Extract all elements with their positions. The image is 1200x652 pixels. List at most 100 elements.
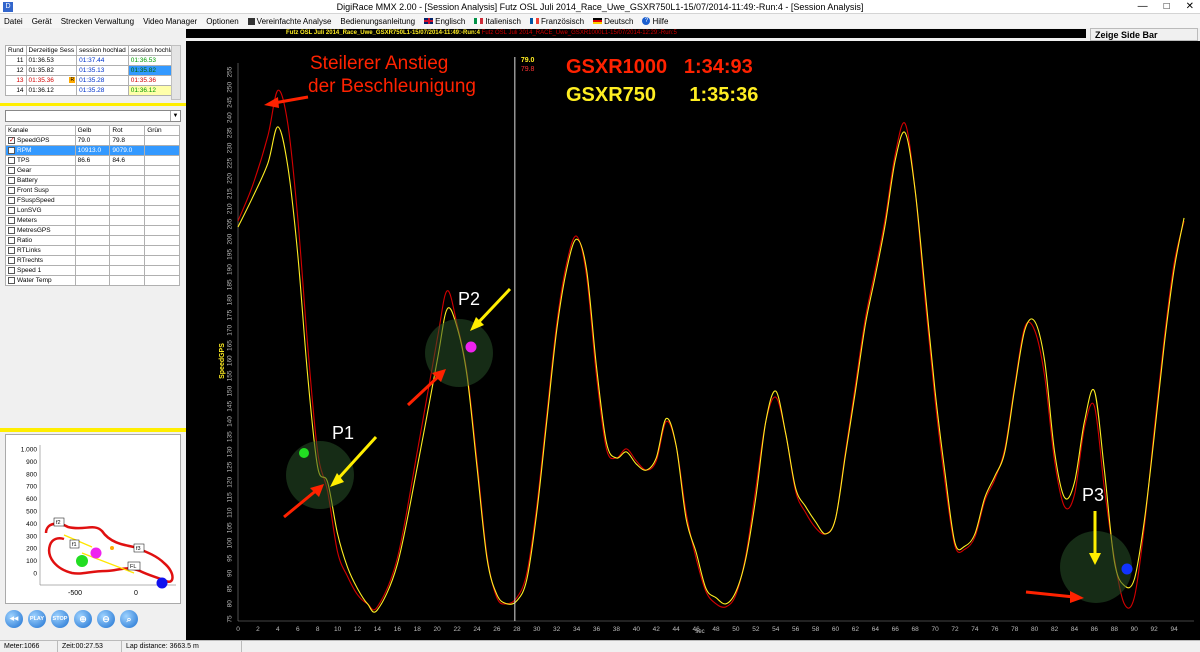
channel-row[interactable]: Battery: [5, 175, 180, 186]
channel-name: Water Temp: [17, 277, 52, 285]
map-x-tick: -500: [68, 590, 82, 597]
channel-group-select[interactable]: ▼: [5, 110, 181, 122]
channel-checkbox[interactable]: [8, 196, 15, 204]
channel-row[interactable]: TPS 86.6 84.6: [5, 155, 180, 166]
y-tick-label: 230: [227, 142, 234, 153]
channel-row[interactable]: RTrechts: [5, 255, 180, 266]
menu-franzoesisch[interactable]: Französisch: [529, 17, 584, 26]
channel-checkbox[interactable]: [8, 216, 15, 224]
close-button[interactable]: ✕: [1186, 0, 1194, 14]
channel-row[interactable]: FSuspSpeed: [5, 195, 180, 206]
channel-row-selected[interactable]: RPM 10913.0 9079.0: [5, 145, 180, 156]
analysis-icon: [247, 17, 255, 25]
channel-checkbox[interactable]: [8, 226, 15, 234]
menu-video-manager[interactable]: Video Manager: [143, 17, 197, 26]
channel-checkbox[interactable]: [8, 206, 15, 214]
y-tick-label: 205: [227, 218, 234, 229]
menu-bar: Datei Gerät Strecken Verwaltung Video Ma…: [0, 14, 1200, 28]
maximize-button[interactable]: □: [1164, 0, 1170, 14]
status-lap-distance: Lap distance: 3663.5 m: [122, 641, 242, 652]
channel-checkbox[interactable]: [8, 266, 15, 274]
x-tick-label: 48: [712, 626, 720, 633]
play-button[interactable]: PLAY: [28, 610, 46, 628]
zoom-reset-icon[interactable]: ⌕: [120, 610, 138, 628]
session-bar: Futz OSL Juli 2014_Race_Uwe_GSXR750L1-15…: [186, 29, 1086, 38]
zoom-in-icon[interactable]: ⊕: [74, 610, 92, 628]
player-controls: ◀◀ PLAY STOP ⊕ ⊖ ⌕: [5, 610, 138, 628]
lap-row[interactable]: 14 01:36.12 01:35.28 01:36.12: [5, 85, 181, 96]
help-icon: ?: [642, 17, 651, 25]
channel-name: Front Susp: [17, 187, 49, 195]
channel-row[interactable]: Ratio: [5, 235, 180, 246]
y-tick-label: 240: [227, 112, 234, 123]
speed-chart-svg: 7580859095100105110115120125130135140145…: [219, 53, 1194, 635]
menu-geraet[interactable]: Gerät: [32, 17, 52, 26]
channel-checkbox[interactable]: [8, 276, 15, 284]
x-tick-label: 90: [1131, 626, 1139, 633]
map-x-tick: 0: [134, 590, 138, 597]
channel-checkbox[interactable]: [8, 256, 15, 264]
channel-row[interactable]: Meters: [5, 215, 180, 226]
menu-italienisch[interactable]: Italienisch: [474, 17, 521, 26]
flag-italy-icon: [474, 18, 484, 24]
minimize-button[interactable]: —: [1138, 0, 1148, 14]
menu-vereinfachte-analyse[interactable]: Vereinfachte Analyse: [247, 17, 331, 26]
y-tick-label: 175: [227, 309, 234, 320]
channel-row[interactable]: MetresGPS: [5, 225, 180, 236]
menu-hilfe[interactable]: ? Hilfe: [642, 17, 668, 26]
channel-checkbox[interactable]: [8, 166, 15, 174]
y-tick-label: 160: [227, 355, 234, 366]
channel-row[interactable]: ✓ SpeedGPS 79.0 79.8: [5, 135, 180, 146]
channel-checkbox-checked[interactable]: ✓: [8, 136, 15, 144]
highlight-circle-p1: [286, 441, 354, 509]
x-tick-label: 86: [1091, 626, 1099, 633]
x-tick-label: 68: [912, 626, 920, 633]
lap-time-blue: 01:37.44: [76, 55, 129, 66]
channel-checkbox[interactable]: [8, 146, 15, 154]
menu-englisch[interactable]: Englisch: [424, 17, 465, 26]
speed-chart[interactable]: 75 80 85 90 95 100 105 110 115 120 125 130 135 140 145…: [186, 41, 1200, 641]
channel-checkbox[interactable]: [8, 246, 15, 254]
lap-time-current: 01:36.53: [25, 55, 78, 66]
show-side-bar-button[interactable]: Zeige Side Bar: [1090, 28, 1198, 41]
channel-checkbox[interactable]: [8, 236, 15, 244]
channel-checkbox[interactable]: [8, 186, 15, 194]
menu-deutsch[interactable]: Deutsch: [593, 17, 633, 26]
channel-row[interactable]: Water Temp: [5, 275, 180, 286]
app-logo-icon: D: [3, 2, 13, 12]
menu-bedienungsanleitung[interactable]: Bedienungsanleitung: [340, 17, 415, 26]
lap-row[interactable]: 12 01:35.82 01:35.13 01:35.82: [5, 65, 181, 76]
laps-header: Rund: [5, 45, 27, 56]
laps-scrollbar[interactable]: [171, 45, 181, 100]
channel-row[interactable]: RTLinks: [5, 245, 180, 256]
channel-checkbox[interactable]: [8, 176, 15, 184]
window-title-bar: D DigiRace MMX 2.00 - [Session Analysis]…: [0, 0, 1200, 14]
track-map[interactable]: 1.000 900 800 700 600 500 400 300 200 100 0 -500 0…: [5, 434, 181, 604]
menu-datei[interactable]: Datei: [4, 17, 23, 26]
lap-row-selected[interactable]: 13 01:35.36 R 01:35.28 01:35.36: [5, 75, 181, 86]
channel-row[interactable]: Front Susp: [5, 185, 180, 196]
rewind-button[interactable]: ◀◀: [5, 610, 23, 628]
channel-checkbox[interactable]: [8, 156, 15, 164]
channels-header: Gelb: [74, 125, 111, 136]
channel-name: Meters: [17, 217, 37, 225]
y-tick-label: 170: [227, 325, 234, 336]
menu-strecken-verwaltung[interactable]: Strecken Verwaltung: [61, 17, 134, 26]
channel-name: TPS: [17, 157, 30, 165]
y-tick-label: 90: [227, 569, 234, 577]
session-secondary: Futz OSL Juli 2014_RACE_Uwe_GSXR1000L1-1…: [481, 30, 677, 36]
stop-button[interactable]: STOP: [51, 610, 69, 628]
channel-row[interactable]: Speed 1: [5, 265, 180, 276]
channel-row[interactable]: LonSVG: [5, 205, 180, 216]
channel-row[interactable]: Gear: [5, 165, 180, 176]
x-tick-label: 10: [334, 626, 342, 633]
channels-header: Grün: [144, 125, 180, 136]
series-line-gsxr750: [237, 126, 1185, 613]
zoom-out-icon[interactable]: ⊖: [97, 610, 115, 628]
x-tick-label: 32: [553, 626, 561, 633]
x-tick-label: 24: [473, 626, 481, 633]
sector-label: f2: [56, 520, 61, 526]
lap-row[interactable]: 11 01:36.53 01:37.44 01:36.53: [5, 55, 181, 66]
menu-optionen[interactable]: Optionen: [206, 17, 238, 26]
flag-uk-icon: [424, 18, 434, 24]
